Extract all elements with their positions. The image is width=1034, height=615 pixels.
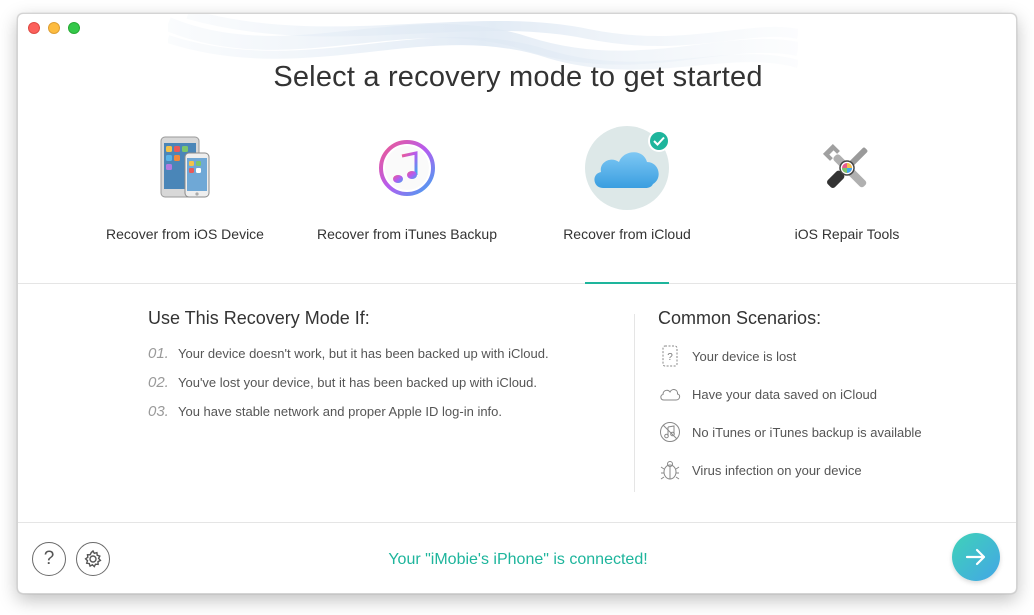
- list-item: 01. Your device doesn't work, but it has…: [148, 345, 618, 374]
- next-button[interactable]: [952, 533, 1000, 581]
- scenario-text: Virus infection on your device: [692, 462, 862, 478]
- item-text: You have stable network and proper Apple…: [178, 404, 503, 419]
- list-item: ? Your device is lost: [658, 337, 998, 375]
- mode-label: Recover from iOS Device: [106, 226, 264, 242]
- close-window-button[interactable]: [28, 22, 40, 34]
- arrow-right-icon: [965, 548, 986, 566]
- list-item: Have your data saved on iCloud: [658, 375, 998, 413]
- window-controls: [28, 22, 80, 34]
- scenarios-heading: Common Scenarios:: [658, 308, 822, 328]
- mode-ios-repair-tools[interactable]: iOS Repair Tools: [752, 126, 942, 244]
- selected-check-icon: [648, 130, 670, 152]
- scenario-text: No iTunes or iTunes backup is available: [692, 424, 922, 440]
- item-number: 02.: [148, 374, 169, 391]
- conditions-heading: Use This Recovery Mode If:: [148, 308, 370, 328]
- common-scenarios: Common Scenarios: ? Your device is lost …: [658, 308, 998, 489]
- svg-text:?: ?: [667, 352, 673, 363]
- item-text: Your device doesn't work, but it has bee…: [178, 346, 549, 361]
- ios-devices-icon: [143, 126, 227, 210]
- item-text: You've lost your device, but it has been…: [178, 375, 538, 390]
- repair-tools-icon: [805, 126, 889, 210]
- item-number: 01.: [148, 345, 169, 362]
- connection-status: Your "iMobie's iPhone" is connected!: [388, 551, 648, 568]
- recovery-conditions: Use This Recovery Mode If: 01. Your devi…: [148, 308, 618, 432]
- minimize-window-button[interactable]: [48, 22, 60, 34]
- page-title: Select a recovery mode to get started: [273, 61, 763, 93]
- icloud-icon: [585, 126, 670, 210]
- mode-ios-device[interactable]: Recover from iOS Device: [90, 126, 280, 244]
- app-window: Select a recovery mode to get started Re…: [17, 13, 1017, 594]
- list-item: Virus infection on your device: [658, 451, 998, 489]
- column-divider: [634, 314, 635, 492]
- no-itunes-icon: [658, 420, 682, 444]
- list-item: No iTunes or iTunes backup is available: [658, 413, 998, 451]
- zoom-window-button[interactable]: [68, 22, 80, 34]
- item-number: 03.: [148, 403, 169, 420]
- mode-label: Recover from iCloud: [563, 226, 691, 242]
- itunes-icon: [365, 126, 449, 210]
- list-item: 03. You have stable network and proper A…: [148, 403, 618, 432]
- list-item: 02. You've lost your device, but it has …: [148, 374, 618, 403]
- footer-divider: [18, 522, 1016, 523]
- mode-label: Recover from iTunes Backup: [317, 226, 497, 242]
- mode-label: iOS Repair Tools: [794, 226, 900, 242]
- cloud-icon: [658, 382, 682, 406]
- mode-itunes-backup[interactable]: Recover from iTunes Backup: [312, 126, 502, 244]
- scenario-text: Your device is lost: [692, 348, 797, 364]
- mode-icloud[interactable]: Recover from iCloud: [532, 126, 722, 244]
- lost-device-icon: ?: [658, 344, 682, 368]
- modes-divider: [18, 283, 1016, 284]
- bug-icon: [658, 458, 682, 482]
- selected-mode-underline: [585, 282, 669, 284]
- scenario-text: Have your data saved on iCloud: [692, 386, 878, 402]
